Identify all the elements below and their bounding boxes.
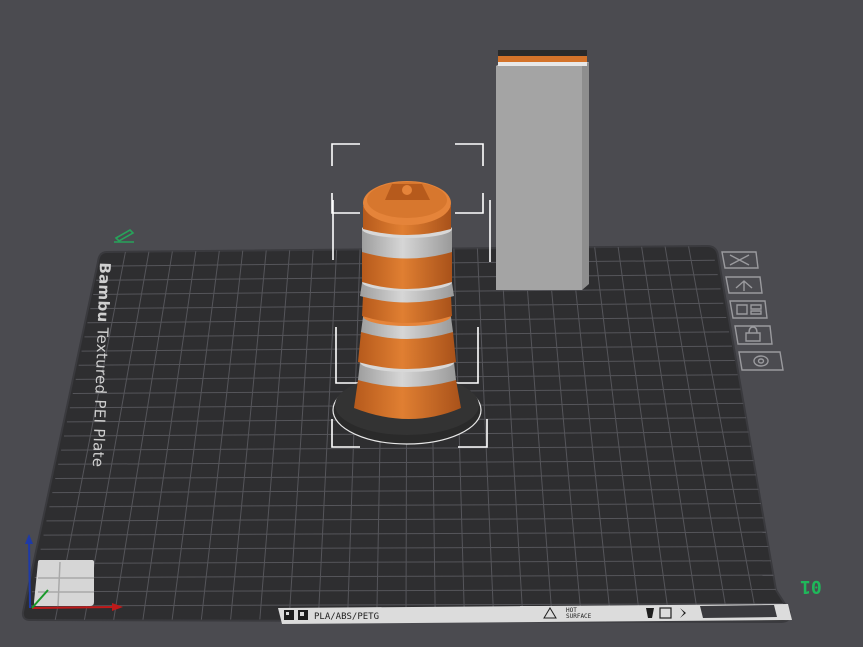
plate-brand: Bambu [93,262,114,323]
hot-warning-line2: SURFACE [566,613,592,620]
arrange-icon[interactable] [729,300,768,319]
lock-icon[interactable] [734,325,773,345]
3d-viewport[interactable]: PLA/ABS/PETG HOT SURFACE [0,0,863,647]
settings-icon[interactable] [738,351,784,371]
plate-number[interactable]: 01 [800,576,822,597]
wipe-tower[interactable] [496,50,589,290]
filament-compat-text: PLA/ABS/PETG [314,612,379,622]
edit-plate-name-icon[interactable] [114,229,135,243]
auto-orient-icon[interactable] [725,276,763,294]
close-icon[interactable] [721,251,759,269]
